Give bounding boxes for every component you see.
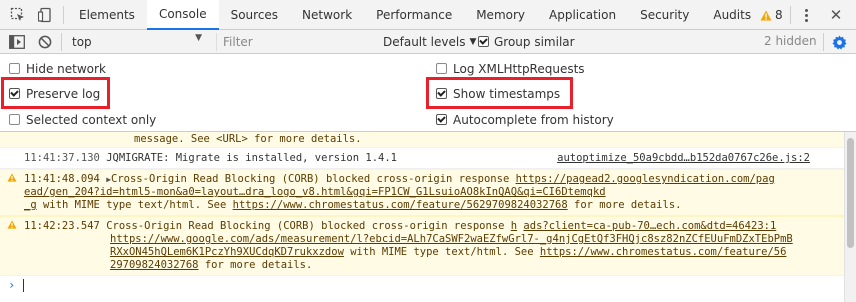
message-url-link[interactable]: ead/gen_204?id=html5-mon&a0=layout…dra_l… bbox=[24, 186, 606, 198]
tab-sources[interactable]: Sources bbox=[219, 0, 290, 30]
message-url-link[interactable]: ads?client=ca-pub-70…ech.com&dtd=46423:1 bbox=[523, 220, 776, 232]
message-url-link[interactable]: https://www.google.com/ads/measurement/l… bbox=[110, 233, 793, 245]
selected-context-only-checkbox[interactable] bbox=[9, 114, 20, 125]
message-text: for more details. bbox=[198, 259, 313, 271]
show-sidebar-icon[interactable] bbox=[3, 30, 31, 54]
console-message-log: 11:41:37.130 JQMIGRATE: Migrate is insta… bbox=[0, 148, 844, 169]
message-url-link[interactable]: h bbox=[511, 220, 517, 232]
panel-tabs: Elements Console Sources Network Perform… bbox=[67, 0, 763, 30]
console-message-continuation: message. See <URL> for more details. bbox=[0, 132, 844, 148]
hide-network-option[interactable]: Hide network bbox=[9, 60, 106, 77]
message-text: with MIME type text/html. See bbox=[36, 199, 233, 211]
scrollbar-thumb[interactable] bbox=[847, 138, 854, 248]
hidden-messages-count: 2 hidden bbox=[764, 34, 817, 48]
console-prompt[interactable]: › bbox=[0, 276, 844, 296]
log-levels-dropdown[interactable]: Default levels ▼ bbox=[383, 30, 476, 53]
message-text: for more details. bbox=[567, 199, 682, 211]
group-similar-checkbox[interactable] bbox=[478, 36, 489, 47]
show-timestamps-highlight-box bbox=[426, 77, 573, 109]
message-timestamp: 11:41:48.094 bbox=[24, 173, 100, 185]
message-url-link[interactable]: https://pagead2.googlesyndication.com/pa… bbox=[516, 173, 775, 185]
console-settings-pane: Hide network Preserve log Selected conte… bbox=[0, 55, 856, 132]
message-url-link[interactable]: _g bbox=[24, 199, 37, 211]
more-options-icon[interactable] bbox=[799, 6, 813, 24]
tab-elements[interactable]: Elements bbox=[67, 0, 147, 30]
tab-security[interactable]: Security bbox=[628, 0, 701, 30]
toolbar-divider bbox=[61, 33, 62, 51]
inspect-element-icon[interactable] bbox=[4, 0, 32, 30]
log-xhr-label: Log XMLHttpRequests bbox=[453, 61, 585, 76]
selected-context-only-label: Selected context only bbox=[26, 112, 157, 127]
filter-input[interactable] bbox=[216, 33, 374, 51]
toolbar-divider bbox=[823, 33, 824, 51]
console-messages: message. See <URL> for more details. 11:… bbox=[0, 132, 844, 302]
tab-divider bbox=[790, 6, 791, 24]
device-toolbar-icon[interactable] bbox=[32, 0, 60, 30]
message-source-link[interactable]: autoptimize_50a9cbdd…b152da0767c26e.js:2 bbox=[557, 152, 810, 165]
tab-memory[interactable]: Memory bbox=[464, 0, 537, 30]
close-icon[interactable]: ✕ bbox=[826, 5, 846, 25]
message-url-link[interactable]: https://www.chromestatus.com/feature/562… bbox=[233, 199, 568, 211]
preserve-log-highlight-box bbox=[1, 77, 110, 109]
messages-scrollbar[interactable] bbox=[844, 132, 856, 302]
tab-application[interactable]: Application bbox=[537, 0, 628, 30]
console-message-warning: 11:42:23.547 Cross-Origin Read Blocking … bbox=[0, 216, 844, 276]
console-settings-gear-icon[interactable] bbox=[829, 32, 849, 52]
log-xhr-option[interactable]: Log XMLHttpRequests bbox=[436, 60, 585, 77]
warnings-count: 8 bbox=[775, 8, 783, 22]
prompt-chevron-icon: › bbox=[8, 278, 16, 292]
context-selector-value: top bbox=[72, 34, 92, 49]
devtools-tab-bar: Elements Console Sources Network Perform… bbox=[0, 0, 856, 30]
console-message-warning: 11:41:48.094 ▶Cross-Origin Read Blocking… bbox=[0, 169, 844, 216]
tab-performance[interactable]: Performance bbox=[364, 0, 464, 30]
message-url-link[interactable]: 29709824032768 bbox=[110, 259, 199, 271]
tab-console[interactable]: Console bbox=[146, 0, 219, 30]
warning-icon bbox=[7, 173, 17, 182]
log-levels-label: Default levels bbox=[383, 34, 466, 49]
hide-network-checkbox[interactable] bbox=[9, 63, 20, 74]
dropdown-arrow-icon: ▼ bbox=[469, 36, 477, 47]
clear-console-icon[interactable] bbox=[31, 30, 59, 54]
message-text: with MIME type text/html. See bbox=[343, 246, 540, 258]
console-toolbar: top ▼ Default levels ▼ Group similar 2 h… bbox=[0, 30, 856, 54]
selected-context-only-option[interactable]: Selected context only bbox=[9, 111, 156, 128]
warnings-counter[interactable]: 8 bbox=[760, 0, 783, 30]
message-text: Cross-Origin Read Blocking (CORB) blocke… bbox=[106, 220, 511, 232]
autocomplete-history-checkbox[interactable] bbox=[436, 114, 447, 125]
message-url-link[interactable]: https://www.chromestatus.com/feature/56 bbox=[540, 246, 787, 258]
autocomplete-history-label: Autocomplete from history bbox=[453, 112, 614, 127]
message-text: Cross-Origin Read Blocking (CORB) blocke… bbox=[111, 173, 516, 185]
warning-icon bbox=[7, 220, 17, 229]
tab-audits[interactable]: Audits bbox=[701, 0, 763, 30]
group-similar-label: Group similar bbox=[494, 34, 575, 49]
hide-network-label: Hide network bbox=[26, 61, 106, 76]
message-timestamp: 11:41:37.130 bbox=[24, 152, 100, 164]
text-caret bbox=[23, 279, 25, 292]
log-xhr-checkbox[interactable] bbox=[436, 63, 447, 74]
warning-icon bbox=[760, 10, 772, 20]
group-similar-toggle[interactable]: Group similar bbox=[478, 30, 575, 53]
tab-divider bbox=[63, 6, 64, 24]
message-timestamp: 11:42:23.547 bbox=[24, 220, 100, 232]
autocomplete-history-option[interactable]: Autocomplete from history bbox=[436, 111, 614, 128]
context-selector[interactable]: top ▼ bbox=[66, 30, 206, 53]
message-text: JQMIGRATE: Migrate is installed, version… bbox=[106, 152, 397, 164]
message-url-link[interactable]: RXxON45hQLem6K1PczYh9XUCdqKD7rukxzdow bbox=[110, 246, 344, 258]
message-text: message. See <URL> for more details. bbox=[134, 133, 362, 145]
dropdown-arrow-icon: ▼ bbox=[195, 33, 202, 43]
tab-network[interactable]: Network bbox=[290, 0, 364, 30]
